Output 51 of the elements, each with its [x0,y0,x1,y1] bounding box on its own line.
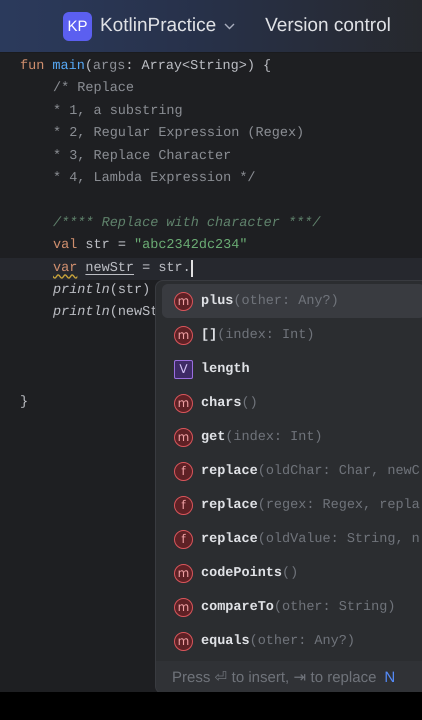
code-token: * 4, Lambda Expression */ [53,170,256,188]
completion-item[interactable]: f replace(regex: Regex, repla [162,488,422,522]
method-icon: m [174,632,193,650]
next-tip-link[interactable]: N [384,668,396,686]
project-selector[interactable]: KotlinPractice [100,15,236,37]
code-token: /* Replace [53,80,134,98]
completion-item[interactable]: m [](index: Int) [162,318,422,352]
method-icon: m [174,564,193,582]
code-token: (str) [110,282,150,300]
code-token: (newSt [110,304,158,322]
completion-item[interactable]: m chars() [162,386,422,420]
completion-item[interactable]: V length [162,352,422,386]
code-token: val [53,237,78,256]
code-token: args [92,58,126,76]
version-control-menu[interactable]: Version control [265,15,391,37]
code-token: = str. [141,260,191,278]
method-icon: m [174,598,193,616]
text-cursor [190,260,193,278]
code-token: newStr [85,260,134,278]
code-token: fun [20,58,46,76]
completion-item[interactable]: m get(index: Int) [162,420,422,454]
code-token: var [53,260,78,278]
function-icon: f [174,530,193,548]
method-icon: m [174,428,193,446]
code-token: main [52,58,85,76]
code-token: : Array<String>) { [125,58,272,76]
completion-item[interactable]: m compareTo(other: String) [162,590,422,624]
code-token: * 2, Regular Expression (Regex) [53,125,304,144]
code-token: * 3, Replace Character [53,148,232,166]
code-token: } [20,394,28,412]
project-logo: KP [63,12,92,40]
method-icon: m [174,292,193,310]
code-token: ( [84,58,93,76]
function-icon: f [174,496,193,514]
code-token: "abc2342dc234" [134,237,248,256]
method-icon: m [174,394,193,412]
completion-item[interactable]: m plus(other: Any?) [162,284,422,318]
code-token: println [53,282,110,300]
code-token: str = [84,237,127,256]
code-token: println [53,304,110,322]
completion-item[interactable]: f replace(oldChar: Char, newC [162,454,422,488]
method-icon: m [174,326,193,344]
completion-item[interactable]: m codePoints() [162,556,422,590]
code-token: * 1, a substring [53,102,183,121]
code-token: /**** Replace with character ***/ [53,214,320,233]
chevron-down-icon [224,22,236,30]
hint-text: Press ⏎ to insert, ⇥ to replace [172,668,376,686]
function-icon: f [174,462,193,480]
completion-item[interactable]: m equals(other: Any?) [162,624,422,658]
completion-item[interactable]: f replace(oldValue: String, n [162,522,422,556]
variable-icon: V [174,360,193,378]
